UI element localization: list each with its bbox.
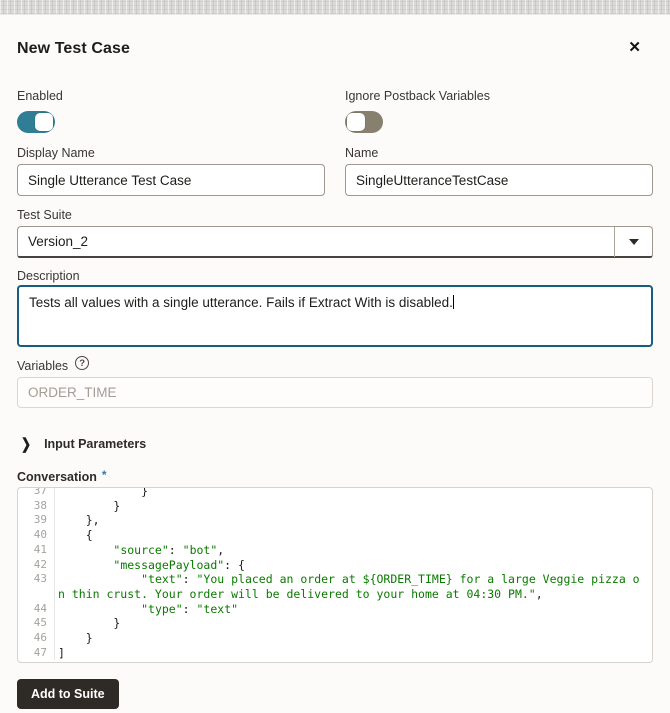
chevron-right-icon: ❯	[21, 435, 31, 453]
name-input[interactable]	[345, 164, 653, 196]
code-text: {	[55, 528, 652, 543]
test-suite-label: Test Suite	[17, 208, 653, 222]
line-number: 37	[18, 487, 55, 499]
ignore-postback-label: Ignore Postback Variables	[345, 89, 653, 103]
line-number: 43	[18, 572, 55, 601]
test-suite-select[interactable]: Version_2	[17, 226, 653, 258]
conversation-editor-lines: 37 }38 }39 },40 {41 "source": "bot",42 "…	[18, 487, 652, 660]
help-icon[interactable]: ?	[75, 356, 89, 370]
variables-label: Variables	[17, 359, 68, 373]
line-number: 39	[18, 513, 55, 528]
code-line: 47]	[18, 646, 652, 661]
description-label: Description	[17, 269, 653, 283]
code-line: 41 "source": "bot",	[18, 543, 652, 558]
test-suite-selected-value: Version_2	[18, 234, 614, 249]
code-text: }	[55, 631, 652, 646]
line-number: 46	[18, 631, 55, 646]
enabled-label: Enabled	[17, 89, 325, 103]
ignore-postback-toggle[interactable]	[345, 111, 383, 133]
code-text: },	[55, 513, 652, 528]
name-label: Name	[345, 146, 653, 160]
input-parameters-expander[interactable]: ❯ Input Parameters	[17, 437, 653, 451]
code-text: "source": "bot",	[55, 543, 652, 558]
code-line: 38 }	[18, 499, 652, 514]
dialog-title: New Test Case	[17, 40, 130, 58]
enabled-toggle[interactable]	[17, 111, 55, 133]
close-icon[interactable]: ✕	[628, 40, 641, 56]
code-line: 43 "text": "You placed an order at ${ORD…	[18, 572, 652, 601]
code-line: 39 },	[18, 513, 652, 528]
required-marker: *	[102, 470, 107, 480]
toggle-knob	[347, 113, 365, 131]
chevron-down-icon	[629, 239, 639, 245]
text-cursor	[453, 295, 454, 309]
line-number: 47	[18, 646, 55, 661]
description-text: Tests all values with a single utterance…	[29, 295, 453, 310]
code-text: }	[55, 487, 652, 499]
code-line: 37 }	[18, 487, 652, 499]
conversation-label: Conversation	[17, 470, 97, 484]
code-line: 46 }	[18, 631, 652, 646]
new-test-case-dialog: New Test Case ✕ Enabled Ignore Postback …	[0, 40, 670, 709]
code-text: }	[55, 499, 652, 514]
variables-input[interactable]	[17, 377, 653, 408]
toggle-knob	[35, 113, 53, 131]
code-line: 44 "type": "text"	[18, 602, 652, 617]
line-number: 41	[18, 543, 55, 558]
display-name-label: Display Name	[17, 146, 325, 160]
description-textarea[interactable]: Tests all values with a single utterance…	[17, 285, 653, 347]
code-text: "messagePayload": {	[55, 558, 652, 573]
code-text: ]	[55, 646, 652, 661]
code-text: "type": "text"	[55, 602, 652, 617]
line-number: 44	[18, 602, 55, 617]
dropdown-arrow-button[interactable]	[615, 239, 652, 245]
line-number: 45	[18, 616, 55, 631]
display-name-input[interactable]	[17, 164, 325, 196]
conversation-code-editor[interactable]: 37 }38 }39 },40 {41 "source": "bot",42 "…	[17, 487, 653, 663]
code-line: 42 "messagePayload": {	[18, 558, 652, 573]
code-line: 40 {	[18, 528, 652, 543]
code-text: }	[55, 616, 652, 631]
line-number: 40	[18, 528, 55, 543]
code-line: 45 }	[18, 616, 652, 631]
line-number: 42	[18, 558, 55, 573]
add-to-suite-button[interactable]: Add to Suite	[17, 679, 119, 709]
code-text: "text": "You placed an order at ${ORDER_…	[55, 572, 652, 601]
line-number: 38	[18, 499, 55, 514]
background-page-strip	[0, 0, 670, 15]
input-parameters-label: Input Parameters	[44, 437, 146, 451]
